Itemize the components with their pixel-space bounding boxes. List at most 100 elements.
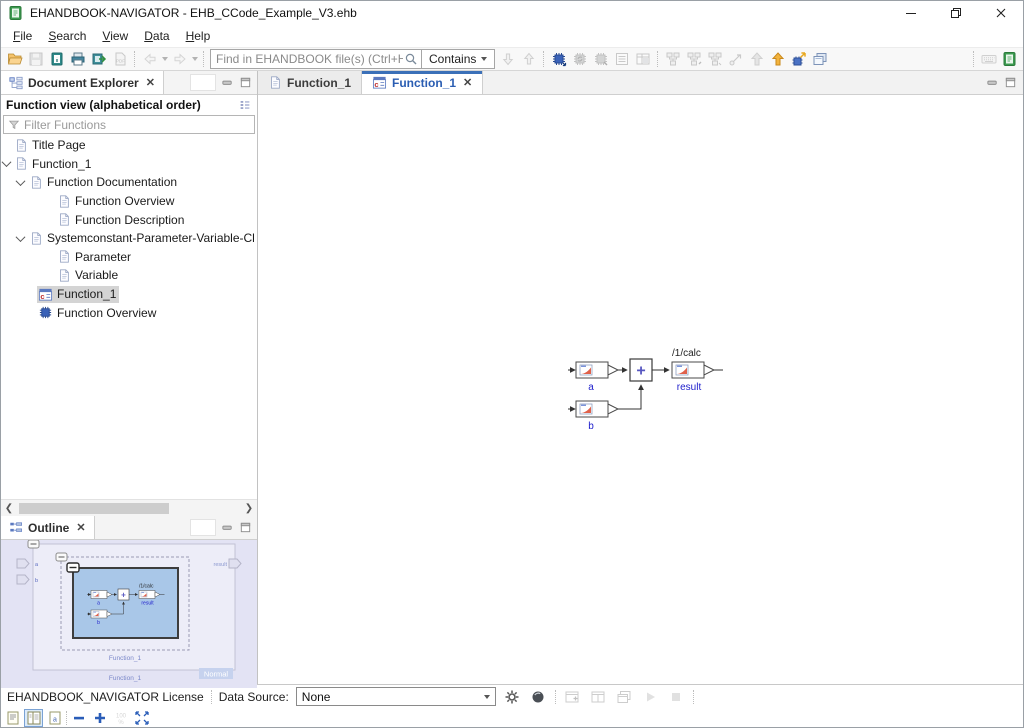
statusbar-zoom-out-button[interactable] bbox=[69, 709, 88, 727]
filter-input[interactable] bbox=[24, 118, 250, 132]
statusbar-row1: EHANDBOOK_NAVIGATOR License Data Source:… bbox=[1, 685, 1023, 708]
diagram-output-block[interactable] bbox=[672, 362, 714, 378]
toolbar-nav-forward-button bbox=[169, 49, 190, 70]
data-source-select[interactable]: None bbox=[296, 687, 496, 706]
toolbar-separator bbox=[973, 51, 974, 67]
document-icon bbox=[57, 268, 71, 283]
editor-tab-close-icon[interactable]: ✕ bbox=[461, 76, 472, 89]
statusbar-win-grid-button bbox=[589, 687, 608, 706]
toolbar-level-up-button[interactable] bbox=[767, 49, 788, 70]
toolbar-nav-back-dropdown[interactable] bbox=[160, 49, 169, 70]
toolbar-print-button[interactable] bbox=[67, 49, 88, 70]
toolbar-ehandbook-button[interactable] bbox=[999, 49, 1020, 70]
tree-item-title-page[interactable]: Title Page bbox=[1, 136, 257, 155]
chevron-down-icon bbox=[481, 57, 487, 61]
toolbar-export-button[interactable] bbox=[88, 49, 109, 70]
explorer-hscrollbar[interactable]: ❮ ❯ bbox=[1, 499, 257, 516]
tree-item-label: Function Documentation bbox=[47, 175, 177, 189]
scroll-left-icon[interactable]: ❮ bbox=[1, 500, 17, 517]
document-icon bbox=[14, 138, 28, 153]
expand-chevron-icon[interactable] bbox=[17, 179, 28, 186]
tree-item-function-1[interactable]: Function_1 bbox=[1, 155, 257, 174]
editor-tabbar: Function_1 cFunction_1✕ bbox=[258, 71, 1023, 95]
toolbar-signal-path-button bbox=[725, 49, 746, 70]
tab-outline[interactable]: Outline ✕ bbox=[1, 516, 95, 539]
statusbar-view-thumb-button[interactable]: a bbox=[45, 709, 64, 727]
tree-item-systemconstant-parameter-variable-cl[interactable]: Systemconstant-Parameter-Variable-Cl bbox=[1, 229, 257, 248]
toolbar-function-overview-button[interactable] bbox=[548, 49, 569, 70]
toolbar-list-view-button bbox=[611, 49, 632, 70]
explorer-tab-close-icon[interactable]: ✕ bbox=[144, 76, 155, 89]
panel-minimize-icon[interactable] bbox=[221, 76, 234, 89]
document-icon bbox=[57, 249, 71, 264]
editor-canvas[interactable]: /1/calc a + result bbox=[258, 95, 1023, 684]
statusbar-zoom-in-button[interactable] bbox=[90, 709, 109, 727]
outline-inner-label: Function_1 bbox=[109, 655, 142, 662]
tree-item-label: Function Description bbox=[75, 213, 184, 227]
collapse-button[interactable] bbox=[28, 540, 39, 548]
toolbar-hierarchy-up-button bbox=[662, 49, 683, 70]
collapse-button[interactable] bbox=[56, 553, 67, 561]
statusbar-gear-button[interactable] bbox=[503, 687, 522, 706]
tree-item-variable[interactable]: Variable bbox=[1, 266, 257, 285]
svg-text:PDF: PDF bbox=[116, 59, 125, 64]
toolbar-sync-model-button bbox=[569, 49, 590, 70]
toolbar-save-button bbox=[25, 49, 46, 70]
panel-maximize-icon[interactable] bbox=[239, 76, 252, 89]
tree-item-function-description[interactable]: Function Description bbox=[1, 210, 257, 229]
tree-item-label: Variable bbox=[75, 268, 118, 282]
panel-maximize-icon[interactable] bbox=[1004, 76, 1017, 89]
tree-item-label: Parameter bbox=[75, 250, 131, 264]
collapse-button[interactable] bbox=[67, 563, 79, 572]
search-mode-dropdown[interactable]: Contains bbox=[422, 49, 495, 69]
restore-button[interactable] bbox=[933, 1, 978, 25]
document-icon bbox=[57, 194, 71, 209]
menu-file[interactable]: File bbox=[5, 27, 40, 45]
statusbar-data-lens-button[interactable] bbox=[529, 687, 548, 706]
tree-item-function-overview[interactable]: Function Overview bbox=[1, 192, 257, 211]
statusbar-view-single-button[interactable] bbox=[3, 709, 22, 727]
panel-minimize-icon[interactable] bbox=[986, 76, 999, 89]
menu-search[interactable]: Search bbox=[40, 27, 94, 45]
search-input[interactable] bbox=[216, 52, 403, 66]
menu-view[interactable]: View bbox=[94, 27, 136, 45]
close-button[interactable] bbox=[978, 1, 1023, 25]
model-icon: c bbox=[38, 287, 53, 302]
diagram-input-a-block[interactable] bbox=[576, 362, 618, 378]
statusbar-view-split-button[interactable] bbox=[24, 709, 43, 727]
toolbar-nav-forward-dropdown[interactable] bbox=[190, 49, 199, 70]
tree-item-function-1[interactable]: cFunction_1 bbox=[1, 285, 257, 304]
toolbar-goto-model-button[interactable] bbox=[788, 49, 809, 70]
statusbar-zoom-fit-button[interactable] bbox=[132, 709, 151, 727]
outline-port-result bbox=[229, 559, 241, 568]
view-menu-icon[interactable] bbox=[238, 98, 252, 112]
minimize-button[interactable] bbox=[888, 1, 933, 25]
diagram-input-b-block[interactable] bbox=[576, 401, 618, 417]
diagram-input-a-label: a bbox=[588, 382, 594, 393]
menu-data[interactable]: Data bbox=[136, 27, 177, 45]
editor-tab-function_1[interactable]: cFunction_1✕ bbox=[362, 71, 483, 94]
license-label: EHANDBOOK_NAVIGATOR License bbox=[7, 690, 204, 704]
expand-chevron-icon[interactable] bbox=[17, 235, 28, 242]
editor-tab-label: Function_1 bbox=[287, 76, 351, 90]
tree-item-content: Variable bbox=[56, 267, 121, 284]
tree-item-parameter[interactable]: Parameter bbox=[1, 248, 257, 267]
expand-chevron-icon[interactable] bbox=[3, 160, 13, 167]
minimize-icon bbox=[903, 5, 919, 21]
tree-item-function-overview[interactable]: Function Overview bbox=[1, 303, 257, 322]
toolbar-document-info-button[interactable] bbox=[46, 49, 67, 70]
editor-tab-function_1[interactable]: Function_1 bbox=[258, 71, 362, 94]
toolbar-open-new-window-button[interactable] bbox=[809, 49, 830, 70]
outline-tab-close-icon[interactable]: ✕ bbox=[74, 521, 85, 534]
tab-document-explorer[interactable]: Document Explorer ✕ bbox=[1, 71, 164, 94]
scroll-thumb[interactable] bbox=[19, 503, 169, 514]
menu-help[interactable]: Help bbox=[178, 27, 219, 45]
tree-item-function-documentation[interactable]: Function Documentation bbox=[1, 173, 257, 192]
panel-minimize-icon[interactable] bbox=[221, 521, 234, 534]
scroll-right-icon[interactable]: ❯ bbox=[241, 500, 257, 517]
outline-thumbnail[interactable]: a b result bbox=[1, 540, 257, 688]
toolbar-open-folder-button[interactable] bbox=[4, 49, 25, 70]
panel-maximize-icon[interactable] bbox=[239, 521, 252, 534]
scroll-track[interactable] bbox=[17, 502, 241, 515]
filter-box bbox=[3, 115, 255, 134]
